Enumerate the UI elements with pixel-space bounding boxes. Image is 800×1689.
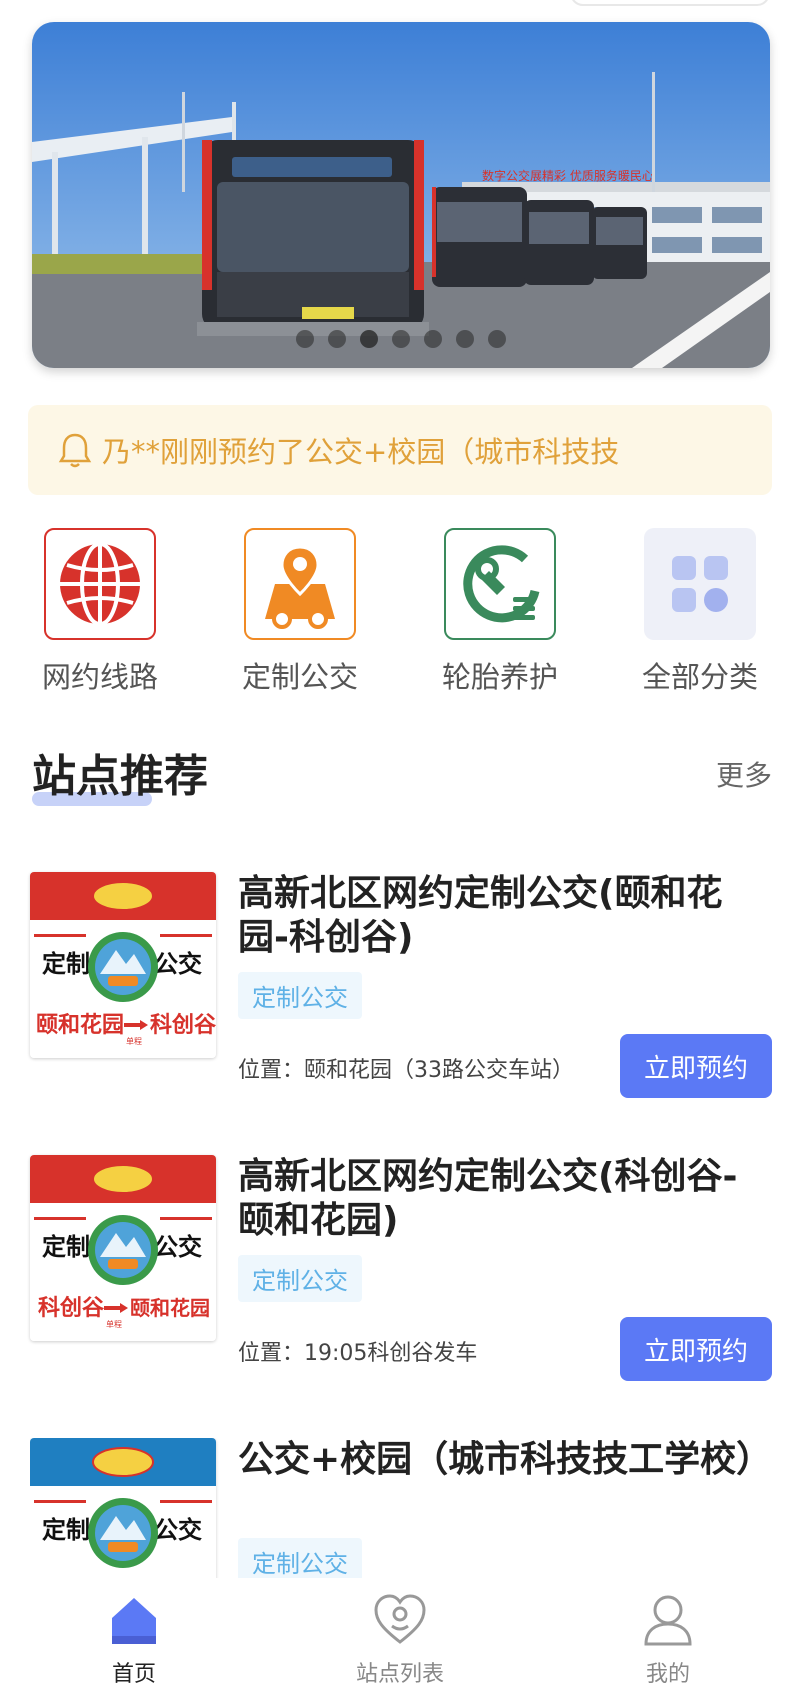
book-now-button[interactable]: 立即预约 [620,1034,772,1098]
tab-station-list[interactable]: 站点列表 [300,1592,500,1688]
book-now-button[interactable]: 立即预约 [620,1317,772,1381]
thumb-from: 颐和花园 [36,1012,124,1038]
route-thumbnail: 定制 公交 [30,1438,216,1578]
more-link[interactable]: 更多 [716,754,772,794]
route-thumbnail: 定制 公交 科创谷 颐和花园 单程 [30,1155,216,1341]
route-tag: 定制公交 [238,972,362,1019]
route-title[interactable]: 高新北区网约定制公交(科创谷-颐和花园) [238,1155,758,1243]
heart-pin-icon [374,1594,426,1644]
wrench-icon [444,528,556,640]
banner-carousel[interactable]: 数字公交展精彩 优质服务暖民心 [32,22,770,368]
tab-mine[interactable]: 我的 [568,1592,768,1688]
map-pin-bus-icon [244,528,356,640]
carousel-dot[interactable] [328,330,346,348]
thumb-note: 单程 [106,1319,122,1329]
carousel-dot[interactable] [392,330,410,348]
thumb-left-text: 定制 [42,1232,90,1261]
thumb-left-text: 定制 [42,1515,90,1544]
home-icon [112,1598,156,1644]
category-tire-care[interactable]: 轮胎养护 [410,528,590,696]
tab-label: 站点列表 [355,1662,444,1687]
category-online-routes[interactable]: 网约线路 [10,528,190,696]
grid-icon [644,528,756,640]
banner-sign-text: 数字公交展精彩 优质服务暖民心 [482,168,654,183]
carousel-dot[interactable] [424,330,442,348]
thumb-left-text: 定制 [42,949,90,978]
thumb-to: 科创谷 [150,1012,216,1038]
category-label: 网约线路 [41,660,158,694]
route-card[interactable]: 定制 公交 颐和花园 科创谷 单程 高新北区网约定制公交(颐和花园-科创谷) 定… [30,872,772,1098]
thumb-right-text: 公交 [154,949,202,978]
thumb-note: 单程 [126,1036,142,1046]
thumb-to: 颐和花园 [130,1296,210,1320]
user-icon [644,1595,692,1646]
category-grid: 网约线路 定制公交 轮胎养护 全部分类 [0,528,800,698]
category-all[interactable]: 全部分类 [610,528,790,696]
route-tag: 定制公交 [238,1255,362,1302]
notice-bar[interactable]: 乃**刚刚预约了公交+校园（城市科技技 [28,405,772,495]
bottom-tab-bar: 首页 站点列表 我的 [0,1580,800,1689]
route-location: 位置：颐和花园（33路公交车站） [238,1058,574,1083]
route-card[interactable]: 定制 公交 公交+校园（城市科技技工学校） 定制公交 [30,1438,772,1578]
bell-icon [58,433,92,468]
thumb-right-text: 公交 [154,1515,202,1544]
route-tag: 定制公交 [238,1538,362,1578]
route-title[interactable]: 高新北区网约定制公交(颐和花园-科创谷) [238,872,758,960]
carousel-dots [32,330,770,348]
section-title: 站点推荐 [32,751,208,802]
route-title[interactable]: 公交+校园（城市科技技工学校） [238,1438,772,1482]
section-header: 站点推荐 更多 [32,740,772,810]
thumb-right-text: 公交 [154,1232,202,1261]
carousel-dot-active[interactable] [360,330,378,348]
category-label: 轮胎养护 [441,660,558,694]
globe-icon [44,528,156,640]
notice-text: 乃**刚刚预约了公交+校园（城市科技技 [102,435,620,469]
route-thumbnail: 定制 公交 颐和花园 科创谷 单程 [30,872,216,1058]
category-label: 定制公交 [241,660,358,694]
carousel-dot[interactable] [488,330,506,348]
carousel-dot[interactable] [296,330,314,348]
route-location: 位置：19:05科创谷发车 [238,1341,478,1366]
search-pill[interactable] [570,0,770,6]
category-label: 全部分类 [641,660,758,694]
banner-photo: 数字公交展精彩 优质服务暖民心 [32,22,770,368]
route-card[interactable]: 定制 公交 科创谷 颐和花园 单程 高新北区网约定制公交(科创谷-颐和花园) 定… [30,1155,772,1381]
tab-label: 我的 [645,1662,690,1687]
thumb-from: 科创谷 [38,1295,105,1321]
tab-home[interactable]: 首页 [34,1592,234,1688]
tab-label: 首页 [111,1662,156,1687]
category-custom-bus[interactable]: 定制公交 [210,528,390,696]
carousel-dot[interactable] [456,330,474,348]
